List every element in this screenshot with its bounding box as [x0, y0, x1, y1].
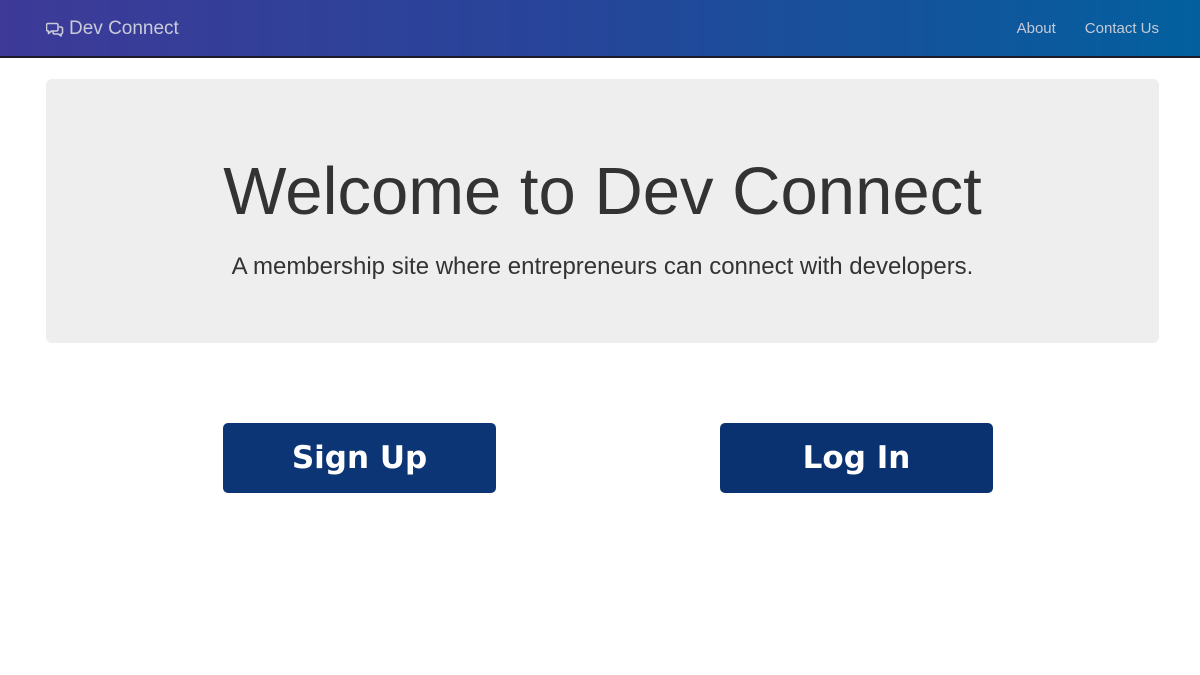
nav-links: About Contact Us [1017, 20, 1159, 37]
brand-link[interactable]: Dev Connect [46, 17, 179, 41]
hero-subtitle: A membership site where entrepreneurs ca… [231, 253, 974, 280]
hero-title: Welcome to Dev Connect [223, 154, 982, 229]
nav-link-contact[interactable]: Contact Us [1085, 20, 1159, 37]
top-navbar: Dev Connect About Contact Us [0, 0, 1200, 58]
brand-label: Dev Connect [69, 18, 179, 39]
nav-link-about[interactable]: About [1017, 20, 1056, 37]
log-in-button[interactable]: Log In [720, 423, 993, 493]
chat-bubbles-icon [46, 21, 64, 37]
hero-jumbotron: Welcome to Dev Connect A membership site… [46, 79, 1159, 343]
sign-up-button[interactable]: Sign Up [223, 423, 496, 493]
